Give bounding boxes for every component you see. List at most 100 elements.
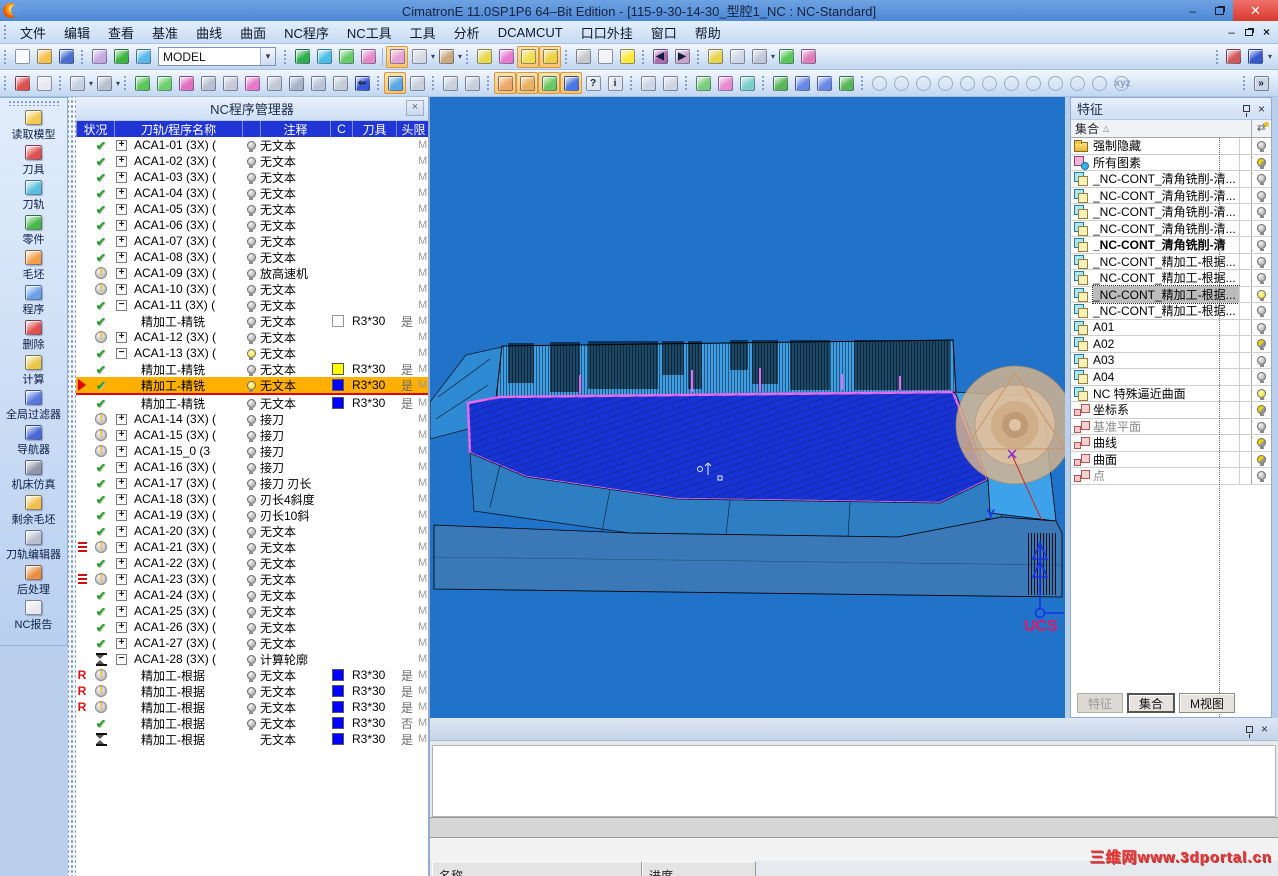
nc-table-row[interactable]: + ACA1-21 (3X) (无文本 M xyxy=(76,539,428,555)
nc-table-row[interactable]: ✔ + ACA1-17 (3X) (接刀 刃长 M xyxy=(76,475,428,491)
visibility-bulb-icon[interactable] xyxy=(246,172,256,184)
toolbar-overflow-button[interactable]: » xyxy=(1250,72,1272,94)
visibility-bulb-icon[interactable] xyxy=(246,220,256,232)
feature-set-row[interactable]: A03 xyxy=(1071,352,1271,369)
nc-table-row[interactable]: − ACA1-28 (3X) (计算轮廓 M xyxy=(76,651,428,667)
nc-table-row[interactable]: ✔ + ACA1-07 (3X) (无文本 M xyxy=(76,233,428,249)
nc-table-row[interactable]: ✔ + ACA1-08 (3X) (无文本 M xyxy=(76,249,428,265)
nc-table-row[interactable]: ✔ + ACA1-22 (3X) (无文本 M xyxy=(76,555,428,571)
visibility-bulb-icon[interactable] xyxy=(1257,471,1266,483)
toolpath-name[interactable]: ACA1-12 (3X) ( xyxy=(134,329,242,345)
sidebar-item-remaining-stock[interactable]: 剩余毛坯 xyxy=(0,493,67,528)
feature-set-row[interactable]: 所有图素 xyxy=(1071,154,1271,171)
feature-set-row[interactable]: A01 xyxy=(1071,319,1271,336)
filter-faces-button[interactable] xyxy=(175,72,197,94)
nc-table-row[interactable]: ✔ + ACA1-25 (3X) (无文本 M xyxy=(76,603,428,619)
tab-0[interactable]: 特征 xyxy=(1077,693,1124,713)
visibility-bulb-icon[interactable] xyxy=(246,236,256,248)
sidebar-item-nc-report[interactable]: NC报告 xyxy=(0,598,67,633)
toolbar-grip[interactable] xyxy=(3,48,8,65)
shaded-model-button[interactable] xyxy=(110,46,132,68)
visibility-bulb-icon[interactable] xyxy=(246,670,256,682)
nc-table-row[interactable]: + ACA1-12 (3X) (无文本 M xyxy=(76,329,428,345)
visibility-bulb-icon[interactable] xyxy=(1257,256,1266,268)
toolpath-name[interactable]: ACA1-25 (3X) ( xyxy=(134,603,242,619)
menu-item-7[interactable]: NC工具 xyxy=(338,21,401,43)
visibility-bulb-icon[interactable] xyxy=(246,478,256,490)
toolpath-name[interactable]: ACA1-03 (3X) ( xyxy=(134,169,242,185)
toolbar-grip[interactable] xyxy=(376,75,382,91)
feature-set-row[interactable]: NC 特殊逼近曲面 xyxy=(1071,385,1271,402)
polyline-tool-button[interactable] xyxy=(659,72,681,94)
measure-ruler-button[interactable] xyxy=(726,46,748,68)
visibility-bulb-icon[interactable] xyxy=(246,654,256,666)
help-button[interactable]: ? xyxy=(582,72,604,94)
toolpath-name[interactable]: ACA1-26 (3X) ( xyxy=(134,619,242,635)
visibility-bulb-icon[interactable] xyxy=(1257,306,1266,318)
sidebar-item-navigator[interactable]: 导航器 xyxy=(0,423,67,458)
feature-set-row[interactable]: _NC-CONT_清角铣削-清... xyxy=(1071,171,1271,188)
collapse-icon[interactable]: − xyxy=(116,653,127,665)
visibility-bulb-icon[interactable] xyxy=(246,622,256,634)
set-name[interactable]: _NC-CONT_清角铣削-清... xyxy=(1093,187,1239,204)
nc-table-row[interactable]: R 精加工-根据 无文本 R3*30 是M xyxy=(76,667,428,683)
filter-box-button[interactable] xyxy=(307,72,329,94)
collapse-icon[interactable]: − xyxy=(116,347,127,359)
toolpath-name[interactable]: ACA1-22 (3X) ( xyxy=(134,555,242,571)
feature-set-row[interactable]: 坐标系 xyxy=(1071,402,1271,419)
view-rotate-center-button[interactable] xyxy=(1223,46,1245,68)
export-data-button[interactable] xyxy=(797,46,819,68)
toolpath-name[interactable]: ACA1-19 (3X) ( xyxy=(134,507,242,523)
visibility-bulb-icon[interactable] xyxy=(246,686,256,698)
toolpath-name[interactable]: ACA1-11 (3X) ( xyxy=(134,297,242,313)
pin-selection-button[interactable] xyxy=(93,72,115,94)
visibility-bulb-icon[interactable] xyxy=(1257,273,1266,285)
expand-icon[interactable]: + xyxy=(116,171,127,183)
nc-panel-close-button[interactable]: × xyxy=(406,100,424,116)
toolpath-name[interactable]: ACA1-27 (3X) ( xyxy=(134,635,242,651)
pick-tool-button[interactable] xyxy=(1066,72,1088,94)
show-tool-button[interactable] xyxy=(495,46,517,68)
toolpath-name[interactable]: 精加工-根据 xyxy=(134,699,242,715)
visibility-bulb-icon[interactable] xyxy=(246,494,256,506)
nc-table-row[interactable]: ✔ + ACA1-26 (3X) (无文本 M xyxy=(76,619,428,635)
feature-set-row[interactable]: _NC-CONT_精加工-根据... xyxy=(1071,270,1271,287)
toolpath-name[interactable]: ACA1-15_0 (3 xyxy=(134,443,242,459)
visibility-bulb-icon[interactable] xyxy=(246,252,256,264)
filter-apply-button[interactable]: ⇐ xyxy=(351,72,373,94)
feature-set-row[interactable]: 基准平面 xyxy=(1071,418,1271,435)
visibility-bulb-icon[interactable] xyxy=(1257,141,1266,153)
expand-icon[interactable]: + xyxy=(116,573,127,585)
viewport-3d[interactable]: Y UCS xyxy=(429,97,1075,718)
feature-set-row[interactable]: _NC-CONT_精加工-根据... xyxy=(1071,253,1271,270)
visibility-bulb-icon[interactable] xyxy=(246,542,256,554)
dock-pin-icon[interactable] xyxy=(1245,725,1253,738)
toolbar-grip[interactable] xyxy=(1242,75,1247,91)
filter-undo-button[interactable] xyxy=(285,72,307,94)
nc-table-row[interactable]: ✔ + ACA1-06 (3X) (无文本 M xyxy=(76,217,428,233)
filter-points-button[interactable] xyxy=(439,72,461,94)
set-name[interactable]: _NC-CONT_清角铣削-清... xyxy=(1093,170,1239,187)
grab-view-button[interactable] xyxy=(494,72,517,94)
sets-column-header[interactable]: 集合 △ xyxy=(1071,120,1239,137)
nc-table-row[interactable]: R 精加工-根据 无文本 R3*30 是M xyxy=(76,683,428,699)
set-name[interactable]: _NC-CONT_精加工-根据... xyxy=(1093,302,1239,319)
filter-accept-button[interactable] xyxy=(153,72,175,94)
set-name[interactable]: _NC-CONT_精加工-根据... xyxy=(1092,284,1240,304)
expand-icon[interactable]: + xyxy=(116,155,127,167)
expand-icon[interactable]: + xyxy=(116,461,127,473)
nc-table-row[interactable]: ✔ + ACA1-19 (3X) (刃长10斜 M xyxy=(76,507,428,523)
new-file-button[interactable] xyxy=(11,46,33,68)
toolbar-grip[interactable] xyxy=(123,75,129,91)
feature-set-row[interactable]: 点 xyxy=(1071,468,1271,485)
toolpath-name[interactable]: ACA1-06 (3X) ( xyxy=(134,217,242,233)
menu-grip[interactable] xyxy=(3,24,8,40)
sidebar-item-machine-simulation[interactable]: 机床仿真 xyxy=(0,458,67,493)
nc-table-row[interactable]: ✔ 精加工-精铣 无文本 R3*30 是 M xyxy=(76,395,428,411)
layer-manager-button[interactable] xyxy=(1245,46,1267,68)
rotation-manipulator[interactable] xyxy=(955,365,1075,485)
visibility-bulb-icon[interactable] xyxy=(1257,289,1266,301)
visibility-bulb-icon[interactable] xyxy=(1257,339,1266,351)
feature-set-row[interactable]: _NC-CONT_清角铣削-清... xyxy=(1071,220,1271,237)
nc-table-row[interactable]: + ACA1-10 (3X) (无文本 M xyxy=(76,281,428,297)
